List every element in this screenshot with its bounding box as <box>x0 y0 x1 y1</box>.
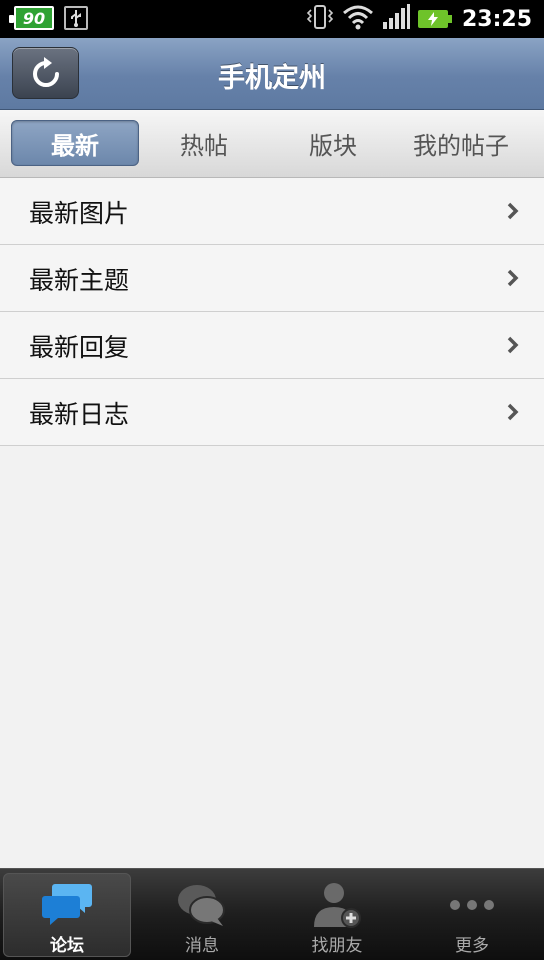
tab-hot-posts[interactable]: 热帖 <box>140 120 268 166</box>
title-bar: 手机定州 <box>0 38 544 110</box>
tab-latest[interactable]: 最新 <box>11 120 139 166</box>
notification-badge: 90 <box>9 6 54 30</box>
signal-icon <box>382 4 410 34</box>
bottom-nav: 论坛 消息 找朋友 更多 <box>0 868 544 960</box>
nav-forum[interactable]: 论坛 <box>3 873 131 957</box>
usb-icon <box>64 6 88 30</box>
nav-label: 找朋友 <box>311 936 363 956</box>
nav-label: 论坛 <box>50 936 84 956</box>
list-item-label: 最新日志 <box>29 400 130 429</box>
nav-messages[interactable]: 消息 <box>138 873 266 957</box>
list-item-latest-topics[interactable]: 最新主题 <box>0 245 544 312</box>
status-bar-left: 90 <box>9 6 88 30</box>
list-item-latest-replies[interactable]: 最新回复 <box>0 312 544 379</box>
latest-list: 最新图片 最新主题 最新回复 最新日志 <box>0 178 544 446</box>
chevron-right-icon <box>507 202 519 220</box>
vibrate-icon <box>306 4 334 34</box>
tab-sections[interactable]: 版块 <box>269 120 397 166</box>
forum-icon <box>3 879 131 931</box>
list-item-label: 最新回复 <box>29 333 130 362</box>
list-item-latest-blogs[interactable]: 最新日志 <box>0 379 544 446</box>
find-friend-icon <box>273 879 401 931</box>
list-item-label: 最新主题 <box>29 266 130 295</box>
page-title: 手机定州 <box>218 63 326 94</box>
message-icon <box>138 879 266 931</box>
tab-my-posts[interactable]: 我的帖子 <box>398 120 524 166</box>
more-icon <box>408 879 536 931</box>
nav-more[interactable]: 更多 <box>408 873 536 957</box>
nav-find-friends[interactable]: 找朋友 <box>273 873 401 957</box>
nav-label: 更多 <box>455 936 489 956</box>
chevron-right-icon <box>507 403 519 421</box>
battery-charging-icon <box>417 10 452 28</box>
status-time: 23:25 <box>461 6 532 32</box>
chevron-right-icon <box>507 336 519 354</box>
nav-label: 消息 <box>185 936 219 956</box>
status-bar: 90 23:25 <box>0 0 544 38</box>
wifi-icon <box>342 4 374 34</box>
status-bar-right: 23:25 <box>306 4 532 34</box>
list-item-latest-images[interactable]: 最新图片 <box>0 178 544 245</box>
list-item-label: 最新图片 <box>29 199 130 228</box>
tab-bar: 最新 热帖 版块 我的帖子 <box>0 110 544 178</box>
chevron-right-icon <box>507 269 519 287</box>
